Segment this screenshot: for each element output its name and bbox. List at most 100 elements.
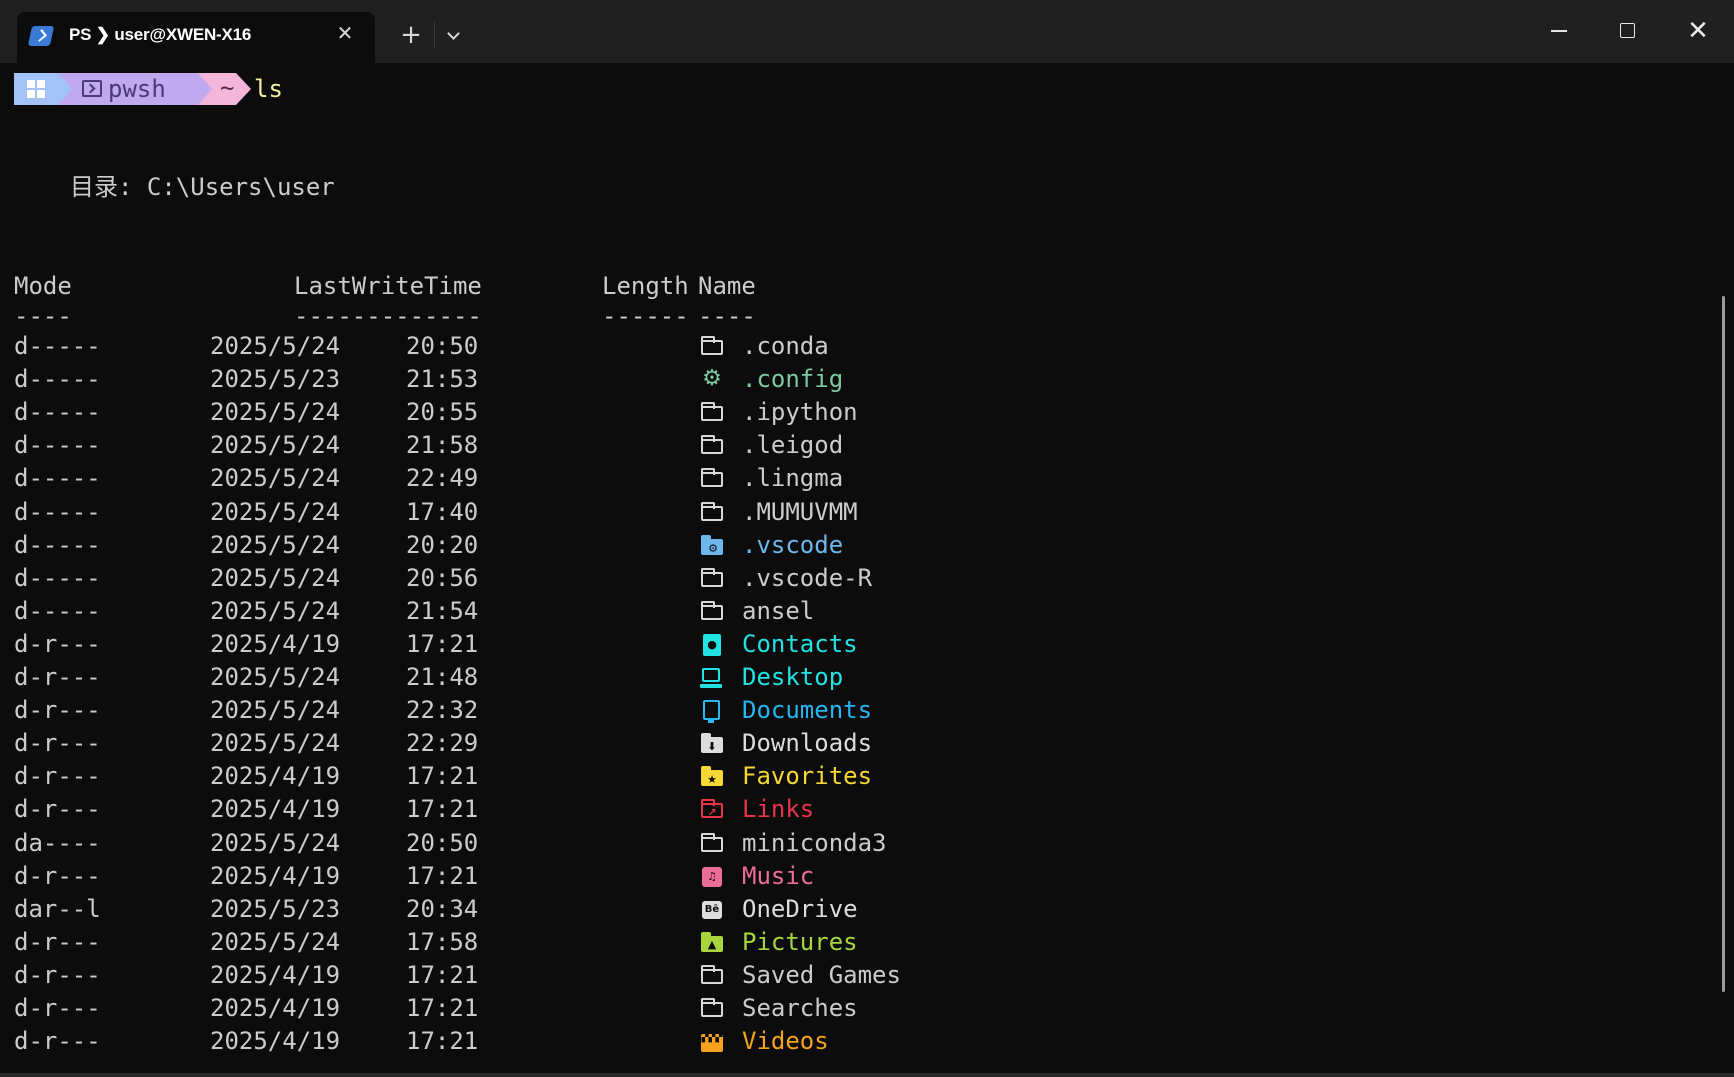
row-date: 2025/5/24 bbox=[210, 332, 341, 360]
row-mode: d-r--- bbox=[14, 762, 101, 791]
row-name: .leigod bbox=[742, 431, 844, 460]
row-time: 20:50 bbox=[406, 828, 479, 857]
row-mode: d-r--- bbox=[14, 663, 101, 691]
row-date: 2025/4/19 bbox=[210, 994, 341, 1022]
row-mode: d-r--- bbox=[14, 960, 101, 989]
row-date: 2025/4/19 bbox=[210, 629, 341, 658]
row-mode: d-r--- bbox=[14, 629, 101, 658]
chevron-down-icon[interactable] bbox=[443, 22, 467, 48]
prompt-os-segment bbox=[14, 73, 58, 105]
scrollbar[interactable] bbox=[1722, 296, 1725, 992]
prompt-separator bbox=[58, 73, 72, 105]
row-date: 2025/5/24 bbox=[210, 828, 341, 857]
maximize-button[interactable] bbox=[1611, 14, 1645, 48]
folder-icon bbox=[700, 964, 724, 987]
underline-mode: ---- bbox=[14, 302, 72, 330]
title-bar: PS ❯ user@XWEN-X16 ✕ + ✕ bbox=[0, 0, 1734, 63]
close-window-button[interactable]: ✕ bbox=[1681, 14, 1715, 48]
videos-icon: ▞▞▞ bbox=[700, 1031, 724, 1053]
row-time: 21:48 bbox=[406, 663, 479, 691]
row-mode: d----- bbox=[14, 365, 101, 394]
row-date: 2025/4/19 bbox=[210, 861, 341, 890]
terminal-icon bbox=[82, 80, 102, 97]
row-name: miniconda3 bbox=[742, 828, 887, 857]
row-mode: d-r--- bbox=[14, 696, 101, 725]
header-length: Length bbox=[602, 272, 689, 300]
row-date: 2025/5/24 bbox=[210, 398, 341, 427]
new-tab-button[interactable]: + bbox=[396, 20, 426, 50]
pictures-icon: ▲ bbox=[700, 931, 724, 954]
row-name: Music bbox=[742, 861, 815, 890]
row-date: 2025/5/24 bbox=[210, 497, 341, 526]
row-date: 2025/5/24 bbox=[210, 927, 341, 956]
terminal-tab[interactable]: PS ❯ user@XWEN-X16 ✕ bbox=[17, 12, 375, 63]
row-name: OneDrive bbox=[742, 894, 858, 923]
row-name: .config bbox=[742, 365, 844, 394]
row-mode: d----- bbox=[14, 398, 101, 427]
row-time: 17:21 bbox=[406, 629, 479, 658]
folder-icon bbox=[700, 567, 724, 590]
row-date: 2025/4/19 bbox=[210, 762, 341, 791]
row-mode: d----- bbox=[14, 596, 101, 625]
row-date: 2025/5/24 bbox=[210, 431, 341, 460]
row-name: .vscode-R bbox=[742, 563, 873, 592]
minimize-button[interactable] bbox=[1543, 14, 1577, 48]
row-time: 17:21 bbox=[406, 795, 479, 824]
folder-gear-icon: ⚙ bbox=[700, 534, 724, 557]
row-mode: d-r--- bbox=[14, 795, 101, 824]
tab-close-icon[interactable]: ✕ bbox=[333, 21, 357, 45]
row-name: Pictures bbox=[742, 927, 858, 956]
row-name: ansel bbox=[742, 596, 815, 625]
row-date: 2025/5/24 bbox=[210, 563, 341, 592]
row-time: 17:21 bbox=[406, 1027, 479, 1056]
windows-logo-icon bbox=[27, 80, 45, 98]
row-mode: dar--l bbox=[14, 894, 101, 923]
header-name: Name bbox=[698, 272, 756, 300]
row-time: 17:21 bbox=[406, 861, 479, 890]
row-mode: d----- bbox=[14, 563, 101, 592]
powershell-icon bbox=[27, 26, 55, 46]
documents-icon bbox=[700, 700, 724, 724]
header-mode: Mode bbox=[14, 272, 72, 300]
row-mode: d----- bbox=[14, 497, 101, 526]
row-time: 21:58 bbox=[406, 431, 479, 460]
onedrive-icon: Bē bbox=[700, 899, 724, 921]
row-mode: d----- bbox=[14, 332, 101, 360]
row-mode: da---- bbox=[14, 828, 101, 857]
prompt-shell-segment: pwsh bbox=[58, 73, 198, 105]
row-time: 17:21 bbox=[406, 994, 479, 1022]
row-date: 2025/4/19 bbox=[210, 1027, 341, 1056]
row-mode: d-r--- bbox=[14, 994, 101, 1022]
terminal-pane[interactable]: pwsh ~ ls 目录: C:\Users\user Mode LastWri… bbox=[0, 63, 1734, 1077]
prompt-separator bbox=[198, 73, 212, 105]
row-date: 2025/5/24 bbox=[210, 696, 341, 725]
row-name: Documents bbox=[742, 696, 873, 725]
prompt-shell-label: pwsh bbox=[108, 75, 166, 103]
row-mode: d-r--- bbox=[14, 927, 101, 956]
underline-length: ------ bbox=[602, 302, 689, 330]
row-time: 21:54 bbox=[406, 596, 479, 625]
window-bottom-edge bbox=[0, 1073, 1734, 1077]
row-time: 22:49 bbox=[406, 464, 479, 493]
row-name: Downloads bbox=[742, 729, 873, 758]
folder-icon bbox=[700, 832, 724, 855]
row-time: 17:58 bbox=[406, 927, 479, 956]
gear-icon: ⚙ bbox=[702, 366, 722, 392]
row-time: 20:34 bbox=[406, 894, 479, 923]
underline-last-write-time: ------------- bbox=[294, 302, 482, 330]
downloads-icon: ⬇ bbox=[700, 733, 724, 755]
row-time: 20:56 bbox=[406, 563, 479, 592]
folder-icon bbox=[700, 402, 724, 424]
row-date: 2025/5/23 bbox=[210, 894, 341, 923]
row-date: 2025/5/24 bbox=[210, 596, 341, 625]
row-time: 22:32 bbox=[406, 696, 479, 725]
desktop-icon bbox=[700, 667, 724, 689]
row-date: 2025/5/23 bbox=[210, 365, 341, 394]
music-icon: ♫ bbox=[700, 866, 724, 888]
row-name: Favorites bbox=[742, 762, 873, 791]
row-name: Contacts bbox=[742, 629, 858, 658]
row-time: 20:55 bbox=[406, 398, 479, 427]
row-time: 21:53 bbox=[406, 365, 479, 394]
underline-name: ---- bbox=[698, 302, 756, 330]
row-name: Searches bbox=[742, 994, 858, 1022]
